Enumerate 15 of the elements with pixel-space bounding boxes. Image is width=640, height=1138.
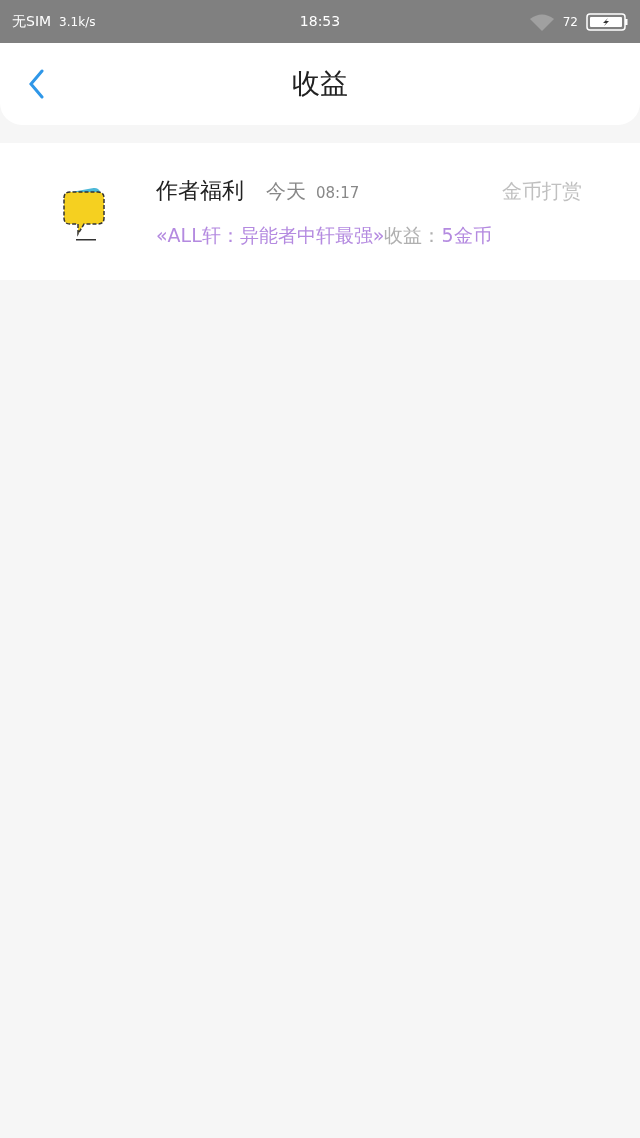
message-text: 5金币 xyxy=(441,222,492,248)
date-text: 今天 xyxy=(266,177,306,205)
message-text: 收益： xyxy=(384,222,442,248)
record-type: 金币打赏 xyxy=(502,177,582,205)
clock: 18:53 xyxy=(298,12,342,31)
page-title: 收益 xyxy=(292,66,348,102)
sender-name: 作者福利 xyxy=(156,176,244,205)
battery-percent: 72 xyxy=(562,13,578,31)
network-speed: 3.1k/s xyxy=(59,13,96,31)
battery-icon xyxy=(586,12,628,31)
record-row[interactable]: 作者福利 今天 08:17 金币打赏 «ALL轩：异能者中轩最强»收益：5金币 xyxy=(0,143,640,280)
time-text: 08:17 xyxy=(316,182,360,204)
message-text: «ALL轩：异能者中轩最强» xyxy=(156,222,385,248)
wifi-icon xyxy=(528,12,555,31)
carrier-text: 无SIM xyxy=(12,12,52,31)
